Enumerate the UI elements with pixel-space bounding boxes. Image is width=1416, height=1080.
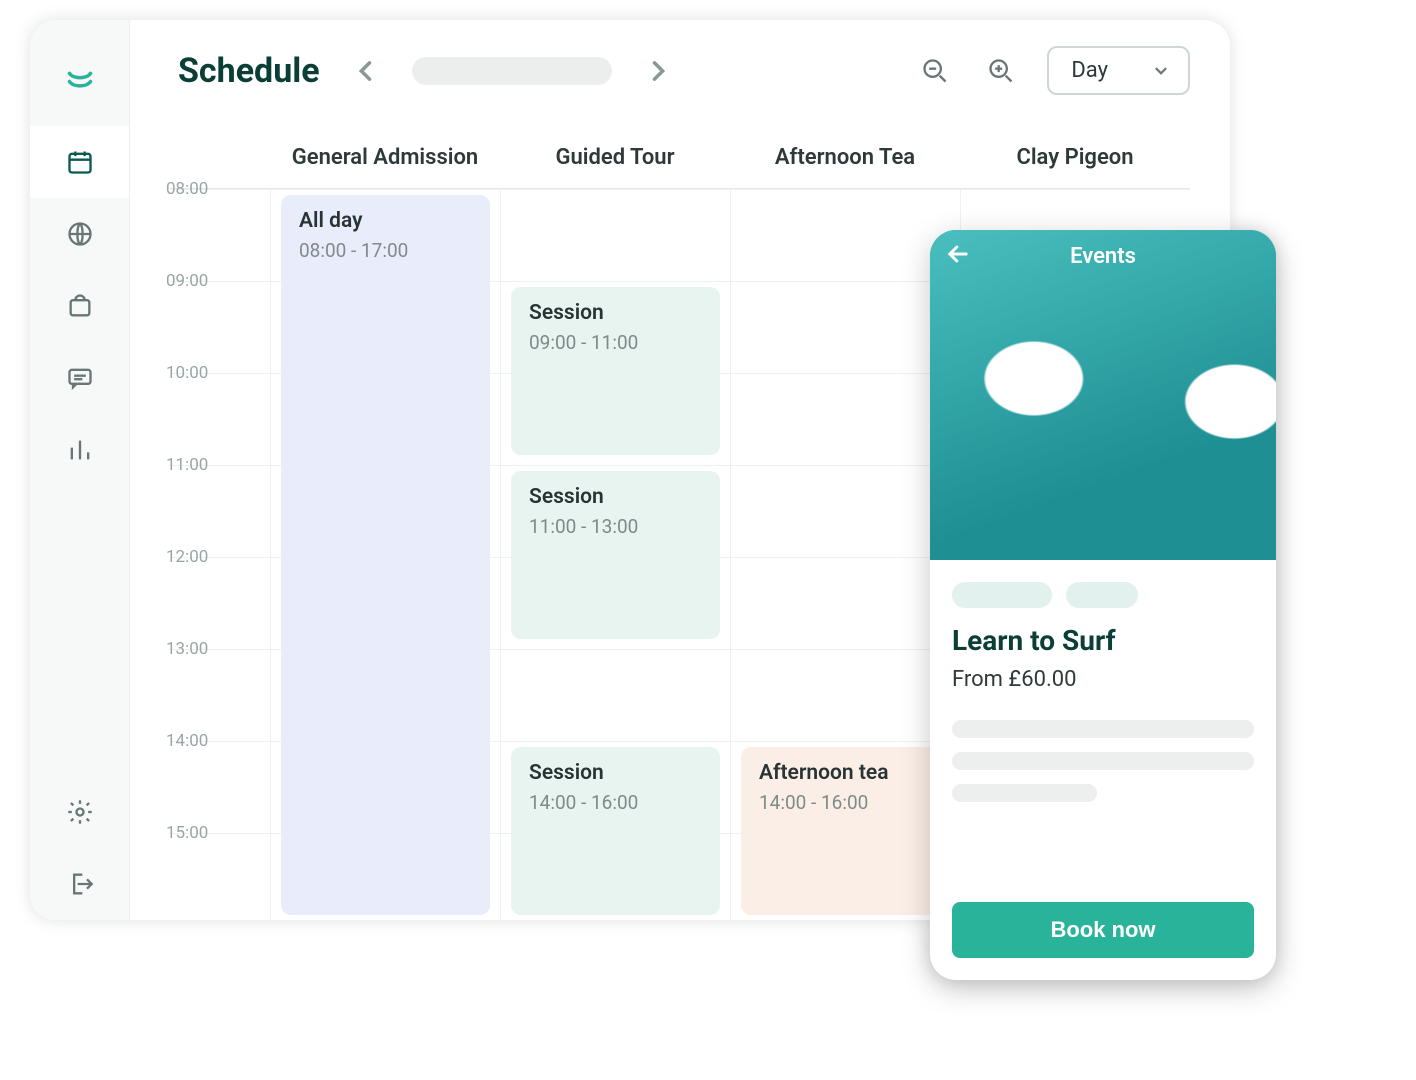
nav-analytics[interactable] [30, 414, 129, 486]
lane-afternoon-tea: Afternoon tea 14:00 - 16:00 [730, 189, 960, 920]
hour-label: 11:00 [166, 455, 246, 475]
event-time: 11:00 - 13:00 [529, 515, 702, 538]
event-time: 14:00 - 16:00 [529, 791, 702, 814]
mobile-header-title: Events [930, 244, 1276, 269]
next-button[interactable] [638, 51, 678, 91]
hero-image [930, 230, 1276, 560]
tag-placeholder [1066, 582, 1138, 608]
hour-label: 10:00 [166, 363, 246, 383]
nav-logout[interactable] [30, 848, 129, 920]
event-title: Session [529, 301, 702, 325]
event-session-3[interactable]: Session 14:00 - 16:00 [511, 747, 720, 915]
event-time: 08:00 - 17:00 [299, 239, 472, 262]
nav-shop[interactable] [30, 270, 129, 342]
hour-label: 13:00 [166, 639, 246, 659]
nav-schedule[interactable] [30, 126, 129, 198]
col-afternoon-tea: Afternoon Tea [730, 145, 960, 188]
nav-chat[interactable] [30, 342, 129, 414]
event-title: Session [529, 761, 702, 785]
sidebar [30, 20, 130, 920]
event-title: Learn to Surf [952, 624, 1254, 657]
prev-button[interactable] [346, 51, 386, 91]
text-placeholder [952, 720, 1254, 738]
event-session-1[interactable]: Session 09:00 - 11:00 [511, 287, 720, 455]
nav-globe[interactable] [30, 198, 129, 270]
page-title: Schedule [178, 51, 320, 91]
topbar: Schedule Day [130, 20, 1230, 115]
event-title: Session [529, 485, 702, 509]
book-now-button[interactable]: Book now [952, 902, 1254, 958]
view-select-label: Day [1071, 58, 1108, 83]
hour-label: 15:00 [166, 823, 246, 843]
event-title: All day [299, 209, 472, 233]
zoom-out-button[interactable] [915, 51, 955, 91]
text-placeholder [952, 752, 1254, 770]
logo-icon [30, 42, 129, 114]
lane-general-admission: All day 08:00 - 17:00 [270, 189, 500, 920]
lane-guided-tour: Session 09:00 - 11:00 Session 11:00 - 13… [500, 189, 730, 920]
event-time: 09:00 - 11:00 [529, 331, 702, 354]
event-session-2[interactable]: Session 11:00 - 13:00 [511, 471, 720, 639]
col-guided-tour: Guided Tour [500, 145, 730, 188]
event-title: Afternoon tea [759, 761, 932, 785]
event-allday[interactable]: All day 08:00 - 17:00 [281, 195, 490, 915]
hour-label: 08:00 [166, 179, 246, 199]
mobile-body: Learn to Surf From £60.00 [930, 560, 1276, 838]
date-range-placeholder[interactable] [412, 57, 612, 85]
event-afternoon-tea[interactable]: Afternoon tea 14:00 - 16:00 [741, 747, 950, 915]
mobile-hero: Events [930, 230, 1276, 560]
mobile-event-card: Events Learn to Surf From £60.00 Book no… [930, 230, 1276, 980]
zoom-in-button[interactable] [981, 51, 1021, 91]
event-time: 14:00 - 16:00 [759, 791, 932, 814]
chevron-down-icon [1152, 62, 1170, 80]
hour-label: 09:00 [166, 271, 246, 291]
book-now-label: Book now [1050, 917, 1155, 943]
text-placeholder [952, 784, 1097, 802]
column-headers: General Admission Guided Tour Afternoon … [170, 115, 1190, 189]
hour-label: 12:00 [166, 547, 246, 567]
tag-placeholder [952, 582, 1052, 608]
event-price: From £60.00 [952, 667, 1254, 692]
col-general-admission: General Admission [270, 145, 500, 188]
time-column: 08:00 09:00 10:00 11:00 12:00 13:00 14:0… [170, 189, 270, 920]
nav-settings[interactable] [30, 776, 129, 848]
col-clay-pigeon: Clay Pigeon [960, 145, 1190, 188]
hour-label: 14:00 [166, 731, 246, 751]
view-select[interactable]: Day [1047, 46, 1190, 95]
